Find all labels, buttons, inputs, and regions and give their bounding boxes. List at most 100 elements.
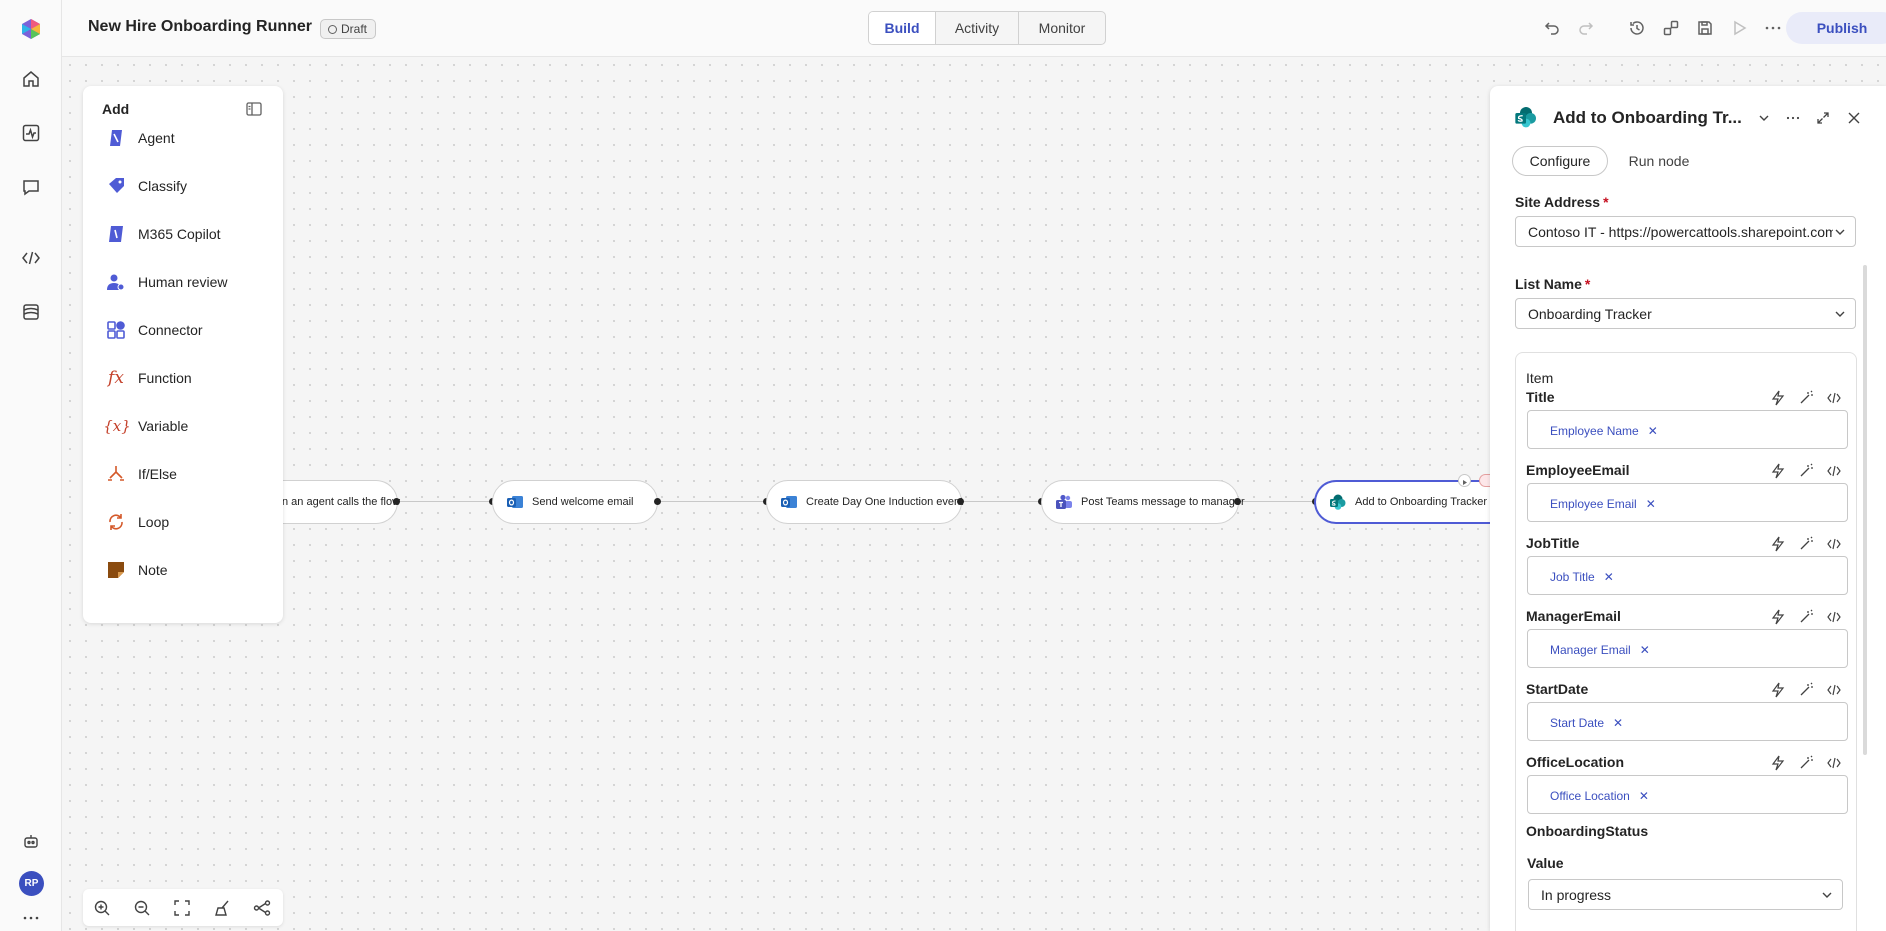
remove-token-icon[interactable]: ✕ — [1640, 643, 1650, 657]
dynamic-content-icon[interactable] — [1770, 609, 1786, 625]
panel-scrollbar[interactable] — [1863, 265, 1867, 755]
remove-token-icon[interactable]: ✕ — [1613, 716, 1623, 730]
run-icon[interactable] — [1728, 17, 1750, 39]
code-icon[interactable] — [19, 246, 43, 270]
create-event-node[interactable]: Create Day One Induction event — [766, 480, 963, 524]
add-item-agent[interactable]: Agent — [105, 126, 175, 150]
clean-up-icon[interactable] — [212, 898, 232, 918]
add-item-label: Connector — [138, 322, 203, 338]
dynamic-content-icon[interactable] — [1770, 536, 1786, 552]
node-output-port[interactable] — [654, 498, 661, 505]
code-view-icon[interactable] — [1826, 390, 1842, 406]
dynamic-token[interactable]: Office Location ✕ — [1550, 789, 1649, 803]
dynamic-content-icon[interactable] — [1770, 755, 1786, 771]
home-icon[interactable] — [19, 67, 43, 91]
share-icon[interactable] — [1660, 17, 1682, 39]
tab-configure[interactable]: Configure — [1512, 146, 1608, 176]
app-logo-icon[interactable] — [19, 17, 43, 41]
tab-build[interactable]: Build — [869, 12, 936, 44]
avatar[interactable]: RP — [19, 871, 44, 896]
node-output-port[interactable] — [1234, 498, 1241, 505]
site-address-select[interactable]: Contoso IT - https://powercattools.share… — [1515, 216, 1856, 247]
add-item-variable[interactable]: {x} Variable — [103, 414, 188, 438]
tab-activity[interactable]: Activity — [936, 12, 1019, 44]
add-item-m365-copilot[interactable]: M365 Copilot — [105, 222, 221, 246]
ai-suggest-icon[interactable] — [1798, 682, 1814, 698]
field-input[interactable]: Start Date ✕ — [1527, 702, 1848, 741]
node-output-port[interactable] — [393, 498, 400, 505]
remove-token-icon[interactable]: ✕ — [1648, 424, 1658, 438]
panel-title: Add to Onboarding Tr... — [1553, 108, 1742, 127]
dynamic-token[interactable]: Job Title ✕ — [1550, 570, 1614, 584]
zoom-out-icon[interactable] — [132, 898, 152, 918]
field-input[interactable]: Employee Name ✕ — [1527, 410, 1848, 449]
add-item-connector[interactable]: Connector — [105, 318, 203, 342]
chat-icon[interactable] — [19, 175, 43, 199]
more-options-icon[interactable] — [1762, 17, 1784, 39]
dynamic-content-icon[interactable] — [1770, 463, 1786, 479]
field-input[interactable]: Office Location ✕ — [1527, 775, 1848, 814]
more-options-icon[interactable] — [1783, 108, 1803, 128]
agent-icon[interactable] — [19, 829, 43, 853]
dynamic-token[interactable]: Start Date ✕ — [1550, 716, 1623, 730]
dataset-icon[interactable] — [19, 300, 43, 324]
ai-suggest-icon[interactable] — [1798, 755, 1814, 771]
code-view-icon[interactable] — [1826, 536, 1842, 552]
add-item-loop[interactable]: Loop — [105, 510, 169, 534]
field-input[interactable]: Job Title ✕ — [1527, 556, 1848, 595]
ai-suggest-icon[interactable] — [1798, 390, 1814, 406]
dynamic-token[interactable]: Employee Name ✕ — [1550, 424, 1658, 438]
fit-view-icon[interactable] — [172, 898, 192, 918]
redo-icon[interactable] — [1575, 17, 1597, 39]
chevron-down-icon[interactable] — [1754, 108, 1774, 128]
add-item-classify[interactable]: Classify — [105, 174, 187, 198]
expand-icon[interactable] — [1813, 108, 1833, 128]
activity-icon[interactable] — [19, 121, 43, 145]
field-label: JobTitle — [1526, 535, 1580, 551]
code-view-icon[interactable] — [1826, 463, 1842, 479]
add-item-human-review[interactable]: Human review — [105, 270, 227, 294]
post-teams-message-node[interactable]: Post Teams message to manager — [1041, 480, 1245, 524]
field-input[interactable]: Manager Email ✕ — [1527, 629, 1848, 668]
ai-suggest-icon[interactable] — [1798, 536, 1814, 552]
dynamic-token[interactable]: Employee Email ✕ — [1550, 497, 1656, 511]
trigger-node[interactable]: n an agent calls the flow — [270, 480, 400, 524]
publish-button[interactable]: Publish — [1786, 12, 1886, 44]
node-label: Send welcome email — [532, 496, 634, 508]
list-name-select[interactable]: Onboarding Tracker — [1515, 298, 1856, 329]
save-icon[interactable] — [1694, 17, 1716, 39]
field-input[interactable]: Employee Email ✕ — [1527, 483, 1848, 522]
collapse-panel-icon[interactable] — [245, 100, 265, 120]
undo-icon[interactable] — [1541, 17, 1563, 39]
layout-icon[interactable] — [252, 898, 272, 918]
close-icon[interactable] — [1844, 108, 1864, 128]
remove-token-icon[interactable]: ✕ — [1646, 497, 1656, 511]
run-node-icon[interactable] — [1458, 474, 1471, 487]
dynamic-content-icon[interactable] — [1770, 682, 1786, 698]
send-welcome-email-node[interactable]: Send welcome email — [492, 480, 658, 524]
ai-suggest-icon[interactable] — [1798, 463, 1814, 479]
zoom-in-icon[interactable] — [92, 898, 112, 918]
ai-suggest-icon[interactable] — [1798, 609, 1814, 625]
code-view-icon[interactable] — [1826, 755, 1842, 771]
add-item-note[interactable]: Note — [105, 558, 168, 582]
history-icon[interactable] — [1626, 17, 1648, 39]
status-value-select[interactable]: In progress — [1528, 879, 1843, 910]
add-item-if-else[interactable]: If/Else — [105, 462, 177, 486]
variable-icon: {x} — [103, 417, 131, 435]
list-name-label: List Name * — [1515, 276, 1591, 292]
more-icon[interactable] — [19, 911, 43, 925]
remove-token-icon[interactable]: ✕ — [1639, 789, 1649, 803]
code-view-icon[interactable] — [1826, 682, 1842, 698]
dynamic-token[interactable]: Manager Email ✕ — [1550, 643, 1650, 657]
add-item-function[interactable]: fx Function — [105, 366, 192, 390]
tab-run-node[interactable]: Run node — [1618, 146, 1700, 176]
remove-token-icon[interactable]: ✕ — [1604, 570, 1614, 584]
node-output-port[interactable] — [957, 498, 964, 505]
code-view-icon[interactable] — [1826, 609, 1842, 625]
add-item-label: If/Else — [138, 466, 177, 482]
dynamic-content-icon[interactable] — [1770, 390, 1786, 406]
tab-monitor[interactable]: Monitor — [1019, 12, 1105, 44]
flow-title[interactable]: New Hire Onboarding Runner — [88, 18, 312, 36]
status-dot-icon — [328, 24, 337, 34]
